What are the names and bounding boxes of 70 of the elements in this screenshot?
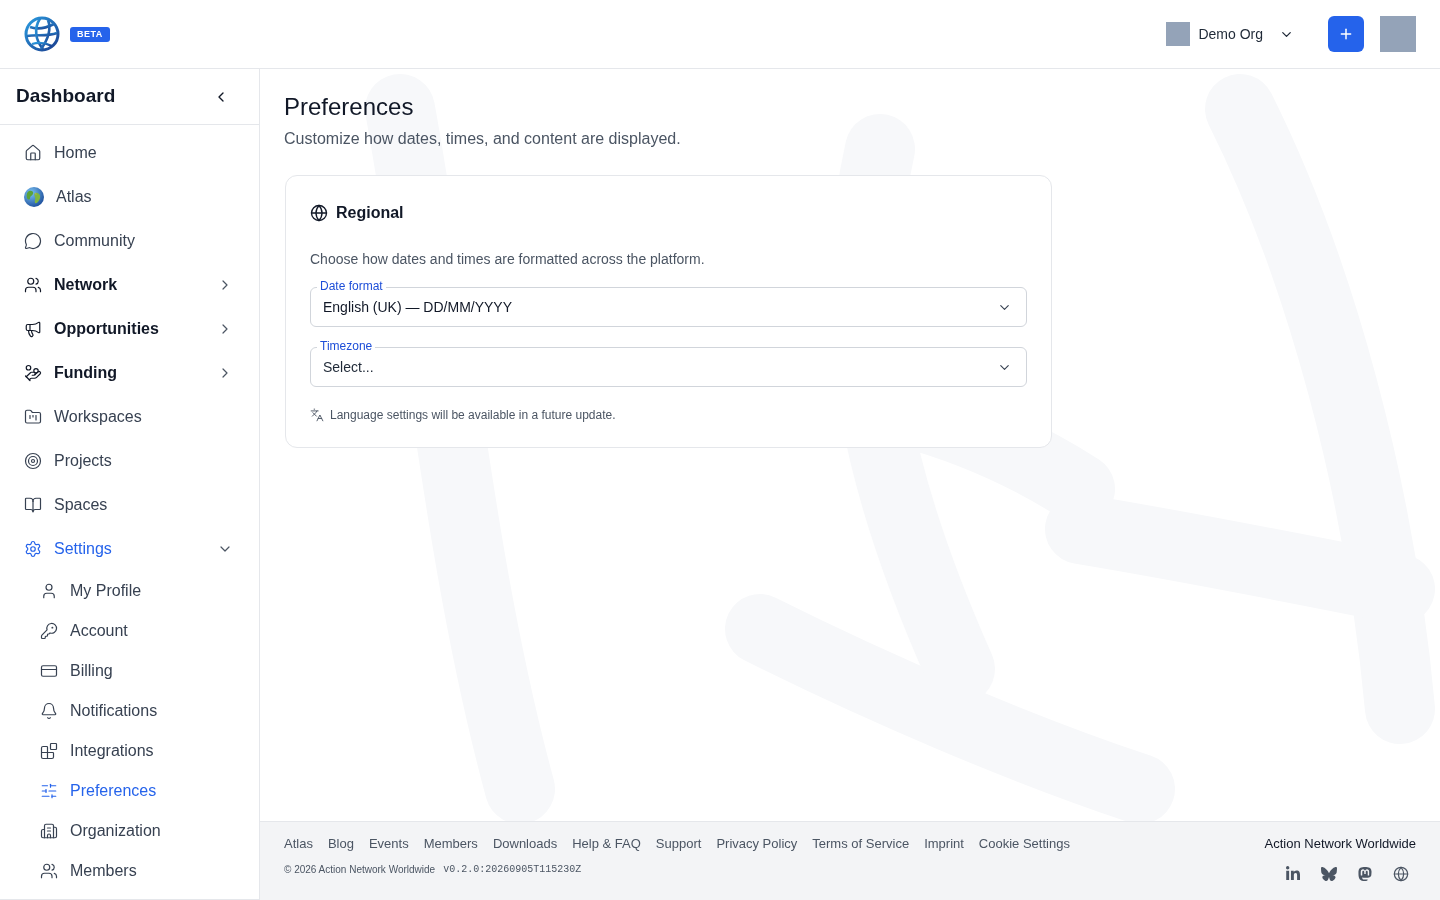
users-icon [24,276,42,294]
key-icon [40,622,58,640]
add-button[interactable] [1328,16,1364,52]
beta-badge: BETA [70,26,110,42]
linkedin-icon[interactable] [1285,865,1301,882]
footer-link[interactable]: Blog [327,834,354,854]
org-switcher[interactable]: Demo Org [1166,22,1294,46]
book-icon [24,496,42,514]
target-icon [24,452,42,470]
sub-nav-item[interactable]: Members [0,851,259,891]
card-title: Regional [336,203,404,223]
footer-link[interactable]: Help & FAQ [572,834,641,854]
sub-nav-item[interactable]: Account [0,611,259,651]
megaphone-icon [24,320,42,338]
butterfly-icon[interactable] [1321,865,1337,882]
earth-icon [24,187,44,207]
nav-item[interactable]: Settings [0,527,259,571]
footer-link[interactable]: Cookie Settings [978,834,1070,854]
sidebar-title: Dashboard [16,84,116,109]
house-icon [24,144,42,162]
mastodon-icon[interactable] [1357,865,1373,882]
sub-nav-item[interactable]: Integrations [0,731,259,771]
footer-link[interactable]: Atlas [284,834,313,854]
nav-item[interactable]: Community [0,219,259,263]
page-subtitle: Customize how dates, times, and content are displayed. [284,129,682,149]
card-description: Choose how dates and times are formatted across the platform. [310,250,706,269]
users-icon [40,862,58,880]
user-icon [40,582,58,600]
field-label: Timezone [317,339,376,353]
globe-logo-icon[interactable] [24,16,60,52]
nav-item[interactable]: Atlas [0,175,259,219]
sub-nav-item[interactable]: Organization [0,811,259,851]
sub-nav-item[interactable]: Notifications [0,691,259,731]
footer-link[interactable]: Events [368,834,409,854]
building-icon [40,822,58,840]
bell-icon [40,702,58,720]
footer-link[interactable]: Imprint [924,834,964,854]
sliders-icon [40,782,58,800]
footer-org-name: Action Network Worldwide [1264,835,1416,853]
sub-nav-item[interactable]: My Profile [0,571,259,611]
blocks-icon [40,742,58,760]
nav-item[interactable]: Workspaces [0,395,259,439]
folder-icon [24,408,42,426]
nav-item[interactable]: Network [0,263,259,307]
nav-item[interactable]: Funding [0,351,259,395]
footer-link[interactable]: Terms of Service [812,834,910,854]
nav-item[interactable]: Home [0,131,259,175]
globe-icon[interactable] [1393,865,1409,882]
sub-nav-item[interactable]: Billing [0,651,259,691]
nav-item[interactable]: Projects [0,439,259,483]
globe-icon [310,204,328,222]
footer-link[interactable]: Members [423,834,478,854]
nav-item[interactable]: Opportunities [0,307,259,351]
org-avatar [1166,22,1191,46]
version-text: v0.2.0:20260905T115230Z [443,862,582,877]
settings-icon [24,540,42,558]
translate-icon [310,408,324,422]
footer-link[interactable]: Support [655,834,702,854]
page-title: Preferences [284,92,415,122]
credit-card-icon [40,662,58,680]
footer-link[interactable]: Downloads [492,834,558,854]
sub-nav-item[interactable]: Preferences [0,771,259,811]
language-note: Language settings will be available in a future update. [330,407,616,423]
chat-bubble-icon [24,232,42,250]
field-label: Date format [317,279,386,293]
copyright-text: © 2026 Action Network Worldwide [284,862,436,877]
footer-link[interactable]: Privacy Policy [716,834,798,854]
nav-item[interactable]: Spaces [0,483,259,527]
plus-icon [1338,26,1354,42]
hand-coins-icon [24,364,42,382]
